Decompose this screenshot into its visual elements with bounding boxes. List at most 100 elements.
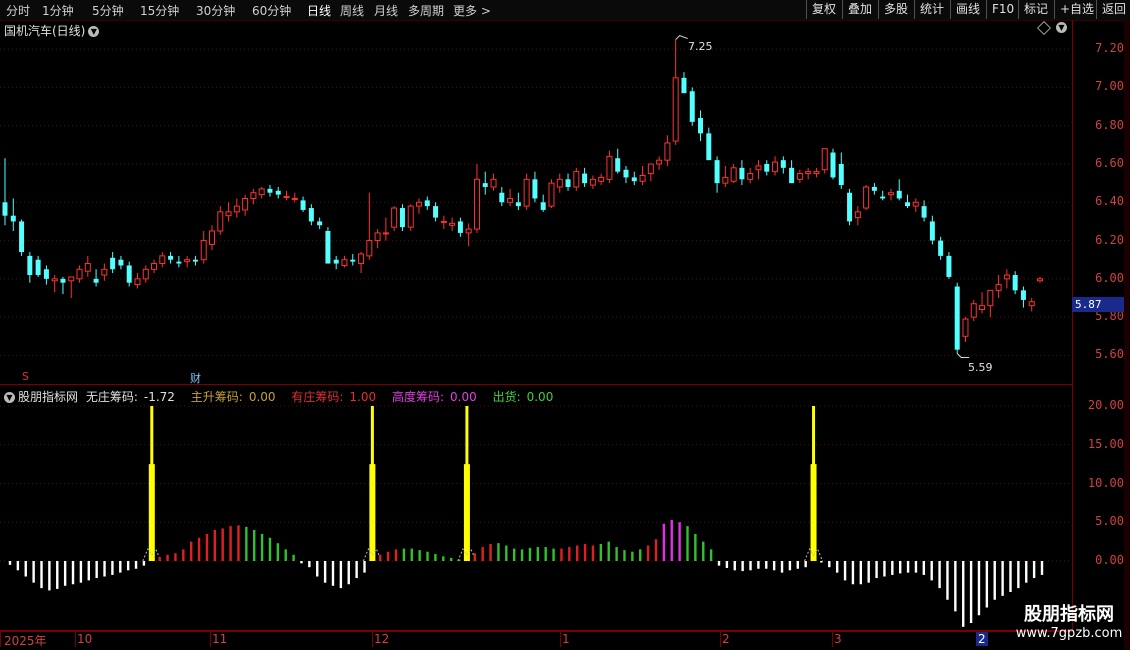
candle-body bbox=[523, 178, 530, 207]
distribution-bar bbox=[253, 530, 256, 561]
indicator-chart[interactable] bbox=[0, 384, 1072, 630]
period-1min[interactable]: 1分钟 bbox=[42, 2, 74, 19]
period-5min[interactable]: 5分钟 bbox=[92, 2, 124, 19]
no-dealer-bar bbox=[1032, 561, 1036, 579]
dealer-bar bbox=[229, 526, 232, 561]
candle-body bbox=[1037, 278, 1043, 282]
period-fenshi[interactable]: 分时 bbox=[6, 2, 30, 19]
dealer-bar bbox=[205, 533, 209, 561]
f10-button[interactable]: F10 bbox=[986, 0, 1019, 19]
candle-body bbox=[871, 186, 877, 191]
add-watchlist-button[interactable]: +自选 bbox=[1054, 0, 1099, 19]
period-15min[interactable]: 15分钟 bbox=[140, 2, 179, 19]
candle-body bbox=[589, 178, 596, 186]
candle-body bbox=[1003, 274, 1010, 280]
candle-body bbox=[333, 259, 339, 264]
no-dealer-bar bbox=[134, 561, 138, 569]
indicator-tick-label: 0.00 bbox=[1095, 553, 1124, 567]
no-dealer-bar bbox=[1040, 561, 1044, 575]
candle-body bbox=[134, 278, 141, 286]
candle-body bbox=[200, 240, 207, 261]
adjust-button[interactable]: 复权 bbox=[806, 0, 841, 19]
candle-body bbox=[1012, 275, 1018, 291]
candle-body bbox=[863, 186, 870, 209]
date-tick bbox=[75, 631, 76, 647]
candle-body bbox=[242, 197, 249, 211]
no-dealer-bar bbox=[79, 561, 83, 583]
no-dealer-bar bbox=[331, 561, 335, 586]
distribution-bar bbox=[623, 550, 626, 561]
main-rise-bar bbox=[148, 464, 155, 561]
no-dealer-bar bbox=[843, 561, 847, 581]
right-scroll-strip[interactable] bbox=[1124, 20, 1130, 650]
back-button[interactable]: 返回 bbox=[1096, 0, 1130, 19]
s-flag[interactable]: S bbox=[22, 370, 29, 383]
site-watermark: 股朋指标网 www.7gpzb.com bbox=[1008, 600, 1130, 641]
no-dealer-bar bbox=[725, 561, 729, 568]
candle-body bbox=[101, 268, 108, 276]
candle-body bbox=[416, 201, 422, 207]
distribution-bar bbox=[276, 543, 280, 561]
candle-body bbox=[880, 196, 886, 199]
distribution-bar bbox=[418, 550, 421, 561]
date-tick bbox=[0, 631, 1, 647]
candlestick-chart[interactable] bbox=[0, 20, 1072, 384]
distribution-bar bbox=[607, 541, 610, 561]
candle-body bbox=[275, 190, 281, 195]
period-monthly[interactable]: 月线 bbox=[374, 2, 398, 19]
no-dealer-bar bbox=[977, 561, 981, 616]
candle-body bbox=[830, 152, 836, 178]
price-tick-label: 6.80 bbox=[1095, 117, 1124, 132]
no-dealer-bar bbox=[788, 561, 792, 571]
period-multi[interactable]: 多周期 bbox=[408, 2, 444, 19]
mark-button[interactable]: 标记 bbox=[1018, 0, 1053, 19]
candle-body bbox=[789, 167, 795, 184]
candle-body bbox=[639, 174, 646, 182]
period-weekly[interactable]: 周线 bbox=[340, 2, 364, 19]
no-dealer-bar bbox=[828, 561, 831, 568]
period-daily[interactable]: 日线 bbox=[307, 2, 331, 19]
indicator-tick-label: 5.00 bbox=[1095, 514, 1124, 529]
candle-body bbox=[755, 165, 762, 171]
candle-body bbox=[358, 253, 365, 265]
candle-body bbox=[93, 278, 99, 283]
candle-body bbox=[382, 232, 389, 235]
statistics-button[interactable]: 统计 bbox=[914, 0, 949, 19]
dealer-bar bbox=[473, 553, 476, 561]
draw-line-button[interactable]: 画线 bbox=[950, 0, 985, 19]
candle-body bbox=[27, 255, 33, 276]
no-dealer-bar bbox=[1001, 561, 1004, 596]
period-more[interactable]: 更多 > bbox=[453, 2, 491, 19]
candle-body bbox=[805, 171, 812, 175]
candle-body bbox=[556, 178, 563, 188]
period-30min[interactable]: 30分钟 bbox=[196, 2, 235, 19]
candle-body bbox=[10, 215, 16, 222]
no-dealer-bar bbox=[906, 561, 910, 573]
distribution-bar bbox=[631, 551, 634, 561]
multi-stock-button[interactable]: 多股 bbox=[878, 0, 913, 19]
no-dealer-bar bbox=[308, 561, 311, 568]
candle-body bbox=[407, 205, 414, 228]
candle-body bbox=[233, 205, 240, 213]
candle-body bbox=[987, 289, 994, 307]
candle-body bbox=[631, 177, 637, 182]
overlay-button[interactable]: 叠加 bbox=[842, 0, 877, 19]
period-60min[interactable]: 60分钟 bbox=[252, 2, 291, 19]
distribution-bar bbox=[702, 541, 705, 561]
high-price-label: 7.25 bbox=[688, 40, 713, 53]
candle-body bbox=[672, 77, 679, 142]
watermark-url: www.7gpzb.com bbox=[1015, 626, 1123, 641]
distribution-bar bbox=[686, 526, 689, 561]
no-dealer-bar bbox=[962, 561, 965, 627]
candle-body bbox=[35, 259, 41, 276]
date-label-feb: 2 bbox=[722, 632, 730, 646]
distribution-bar bbox=[528, 547, 532, 561]
candle-body bbox=[847, 192, 853, 222]
main-rise-bar bbox=[369, 464, 376, 561]
candle-body bbox=[598, 176, 605, 182]
candle-body bbox=[573, 171, 580, 188]
candle-body bbox=[325, 231, 331, 264]
candle-body bbox=[681, 77, 687, 94]
distribution-bar bbox=[552, 548, 555, 561]
no-dealer-bar bbox=[355, 561, 358, 579]
